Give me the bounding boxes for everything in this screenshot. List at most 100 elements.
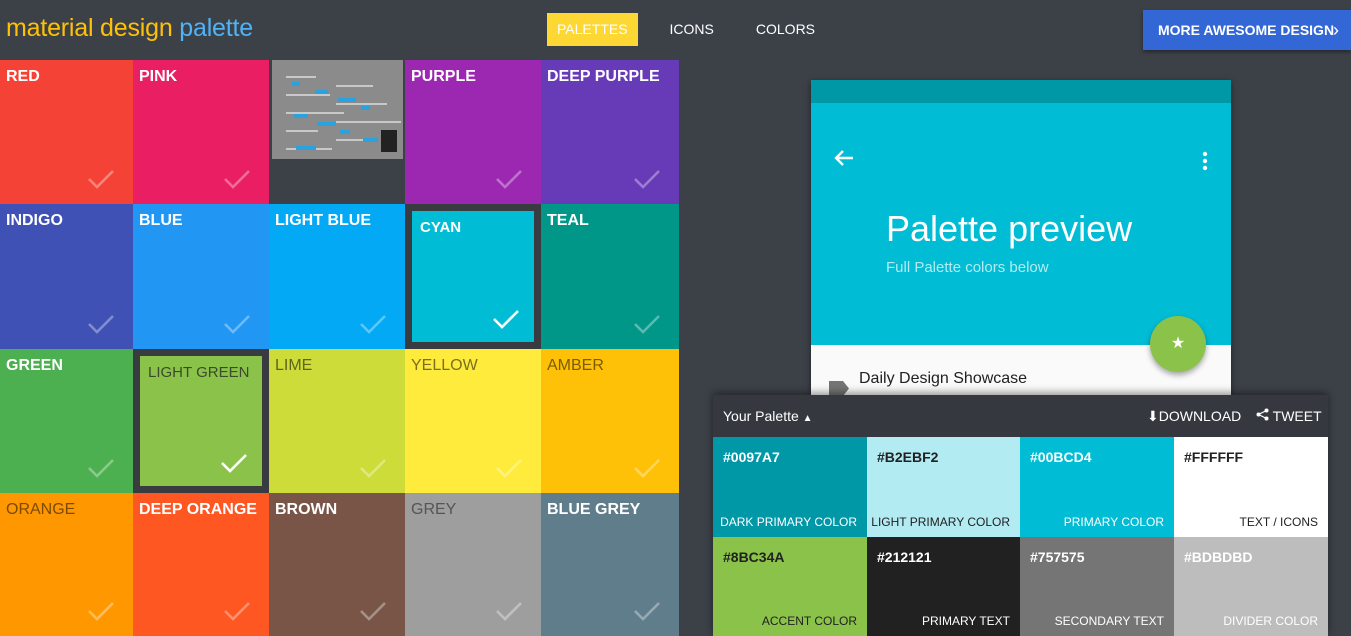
- your-palette-toggle[interactable]: Your Palette ▲: [723, 408, 813, 424]
- palette-blue-grey[interactable]: BLUE GREY: [541, 493, 679, 636]
- palette-pink[interactable]: PINK: [133, 60, 269, 204]
- download-label: DOWNLOAD: [1158, 408, 1242, 424]
- brand-text-secondary: palette: [179, 14, 253, 42]
- palette-light-green[interactable]: LIGHT GREEN: [133, 349, 269, 493]
- palette-label: GREEN: [6, 357, 63, 374]
- palette-label: INDIGO: [6, 212, 63, 229]
- palette-label: AMBER: [547, 357, 604, 374]
- palette-brown[interactable]: BROWN: [269, 493, 405, 636]
- swatch-role: SECONDARY TEXT: [1054, 614, 1164, 628]
- swatch-role: DARK PRIMARY COLOR: [720, 515, 857, 529]
- arrow-back-icon[interactable]: [833, 149, 855, 167]
- palette-deep-orange[interactable]: DEEP ORANGE: [133, 493, 269, 636]
- check-icon: [87, 313, 115, 335]
- swatch-primary-text[interactable]: #212121 PRIMARY TEXT: [867, 537, 1020, 636]
- palette-label: GREY: [411, 501, 457, 518]
- brand-logo[interactable]: material design palette: [6, 14, 253, 43]
- tweet-button[interactable]: TWEET: [1256, 408, 1322, 424]
- palette-label: ORANGE: [6, 501, 76, 518]
- swatch-hex: #212121: [877, 549, 932, 565]
- nav-palettes[interactable]: PALETTES: [547, 13, 638, 46]
- preview-thumbnail[interactable]: [269, 60, 405, 204]
- palette-label: YELLOW: [411, 357, 478, 374]
- preview-status-bar: [811, 80, 1231, 103]
- palette-indigo[interactable]: INDIGO: [0, 204, 133, 349]
- more-vert-icon[interactable]: [1201, 151, 1209, 171]
- palette-grey[interactable]: GREY: [405, 493, 541, 636]
- tweet-label: TWEET: [1272, 408, 1322, 424]
- swatch-dark-primary-color[interactable]: #0097A7 DARK PRIMARY COLOR: [713, 437, 867, 537]
- palette-yellow[interactable]: YELLOW: [405, 349, 541, 493]
- check-icon: [359, 457, 387, 479]
- palette-blue[interactable]: BLUE: [133, 204, 269, 349]
- swatch-divider-color[interactable]: #BDBDBD DIVIDER COLOR: [1174, 537, 1328, 636]
- palette-orange[interactable]: ORANGE: [0, 493, 133, 636]
- palette-purple[interactable]: PURPLE: [405, 60, 541, 204]
- check-icon: [633, 168, 661, 190]
- swatch-role: PRIMARY TEXT: [921, 614, 1010, 628]
- swatch-role: ACCENT COLOR: [761, 614, 857, 628]
- preview-subtitle: Full Palette colors below: [886, 259, 1049, 276]
- palette-cyan[interactable]: CYAN: [405, 204, 541, 349]
- palette-deep-purple[interactable]: DEEP PURPLE: [541, 60, 679, 204]
- nav-colors[interactable]: COLORS: [746, 13, 825, 46]
- palette-label: BLUE: [139, 212, 183, 229]
- palette-label: PINK: [139, 68, 178, 85]
- palette-green[interactable]: GREEN: [0, 349, 133, 493]
- check-icon: [495, 168, 523, 190]
- your-palette-header: Your Palette ▲ ⬇DOWNLOAD TWEET: [713, 395, 1328, 437]
- palette-light-blue[interactable]: LIGHT BLUE: [269, 204, 405, 349]
- your-palette-panel: Your Palette ▲ ⬇DOWNLOAD TWEET #0097A7 DA…: [713, 395, 1328, 636]
- check-icon: [492, 308, 520, 330]
- swatch-hex: #00BCD4: [1030, 449, 1092, 465]
- check-icon: [633, 313, 661, 335]
- palette-label: BROWN: [275, 501, 338, 518]
- nav-icons[interactable]: ICONS: [660, 13, 724, 46]
- more-awesome-design-button[interactable]: MORE AWESOME DESIGN ›: [1143, 10, 1351, 50]
- check-icon: [633, 600, 661, 622]
- check-icon: [223, 168, 251, 190]
- selected-color-swatch: CYAN: [412, 211, 534, 342]
- palette-label: TEAL: [547, 212, 589, 229]
- check-icon: [495, 600, 523, 622]
- share-icon: [1256, 408, 1273, 424]
- palette-red[interactable]: RED: [0, 60, 133, 204]
- palette-swatches: #0097A7 DARK PRIMARY COLOR #B2EBF2 LIGHT PR…: [713, 437, 1328, 636]
- palette-label: LIGHT BLUE: [275, 212, 371, 229]
- check-icon: [223, 600, 251, 622]
- palette-preview-card: Palette preview Full Palette colors belo…: [811, 80, 1231, 396]
- palette-grid: RED PINK PURPLE DEEP PURPLE INDIGO BLUE LIGHT …: [0, 60, 679, 636]
- swatch-hex: #8BC34A: [723, 549, 785, 565]
- thumbnail-image: [272, 60, 403, 159]
- check-icon: [223, 313, 251, 335]
- star-icon[interactable]: ★: [1150, 316, 1206, 372]
- swatch-accent-color[interactable]: #8BC34A ACCENT COLOR: [713, 537, 867, 636]
- your-palette-title: Your Palette: [723, 408, 799, 424]
- swatch-light-primary-color[interactable]: #B2EBF2 LIGHT PRIMARY COLOR: [867, 437, 1020, 537]
- swatch-role: PRIMARY COLOR: [1063, 515, 1164, 529]
- palette-teal[interactable]: TEAL: [541, 204, 679, 349]
- palette-label: DEEP ORANGE: [139, 501, 257, 518]
- swatch-hex: #0097A7: [723, 449, 780, 465]
- swatch-secondary-text[interactable]: #757575 SECONDARY TEXT: [1020, 537, 1174, 636]
- swatch-primary-color[interactable]: #00BCD4 PRIMARY COLOR: [1020, 437, 1174, 537]
- check-icon: [633, 457, 661, 479]
- top-bar: material design palette PALETTES ICONS C…: [0, 0, 1351, 60]
- palette-amber[interactable]: AMBER: [541, 349, 679, 493]
- palette-label: PURPLE: [411, 68, 476, 85]
- swatch-text-icons[interactable]: #FFFFFF TEXT / ICONS: [1174, 437, 1328, 537]
- download-icon: ⬇: [1147, 408, 1159, 424]
- label-icon: [829, 381, 849, 396]
- preview-list-item[interactable]: Daily Design Showcase: [859, 370, 1027, 388]
- swatch-role: TEXT / ICONS: [1239, 515, 1318, 529]
- brand-text-primary: material design: [6, 14, 173, 42]
- swatch-role: DIVIDER COLOR: [1223, 614, 1318, 628]
- preview-toolbar: Palette preview Full Palette colors belo…: [811, 103, 1231, 372]
- palette-label: DEEP PURPLE: [547, 68, 660, 85]
- palette-lime[interactable]: LIME: [269, 349, 405, 493]
- check-icon: [87, 457, 115, 479]
- check-icon: [359, 313, 387, 335]
- download-button[interactable]: ⬇DOWNLOAD: [1147, 408, 1241, 425]
- cta-label: MORE AWESOME DESIGN: [1158, 22, 1335, 38]
- palette-label: RED: [6, 68, 40, 85]
